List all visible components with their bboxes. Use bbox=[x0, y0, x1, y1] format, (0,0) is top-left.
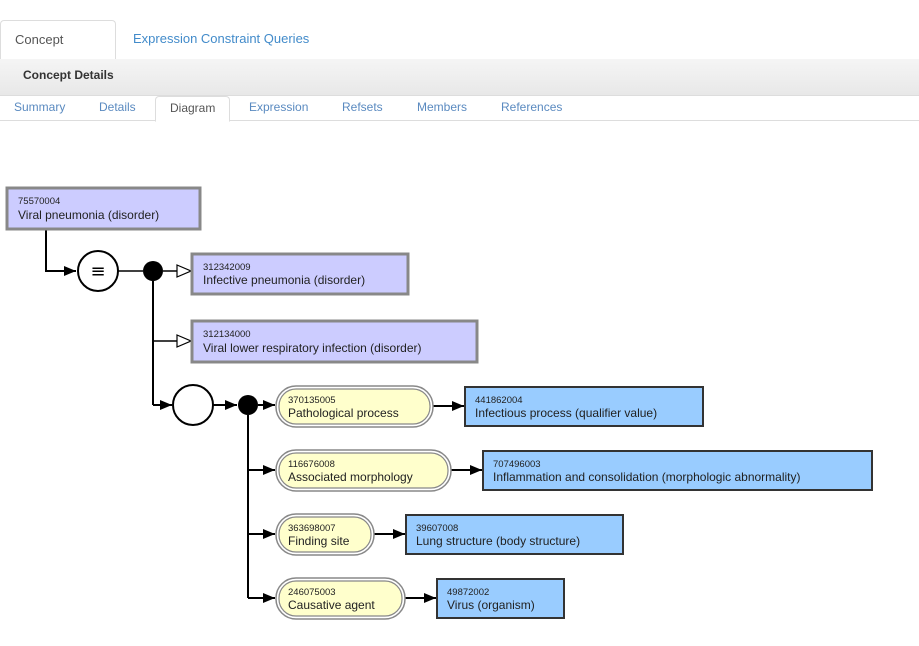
group-conjunction-node bbox=[238, 395, 258, 415]
parent-concept-id: 312342009 bbox=[203, 262, 251, 273]
equivalence-node: ≡ bbox=[77, 250, 119, 292]
focus-concept-id: 75570004 bbox=[18, 196, 60, 207]
value-concept-term: Lung structure (body structure) bbox=[416, 534, 580, 548]
attribute-term: Finding site bbox=[288, 534, 350, 548]
value-concept-box[interactable]: 441862004 Infectious process (qualifier … bbox=[464, 386, 704, 427]
parent-concept-box[interactable]: 312342009 Infective pneumonia (disorder) bbox=[190, 252, 410, 296]
attribute-box[interactable]: 370135005 Pathological process bbox=[275, 385, 434, 428]
equivalence-icon: ≡ bbox=[90, 261, 105, 282]
value-concept-id: 49872002 bbox=[447, 587, 489, 598]
focus-concept-term: Viral pneumonia (disorder) bbox=[18, 208, 159, 222]
value-concept-id: 441862004 bbox=[475, 395, 523, 406]
attribute-term: Pathological process bbox=[288, 406, 399, 420]
attribute-id: 246075003 bbox=[288, 587, 336, 598]
parent-concept-term: Infective pneumonia (disorder) bbox=[203, 273, 365, 287]
conjunction-node bbox=[143, 261, 163, 281]
attribute-term: Causative agent bbox=[288, 598, 375, 612]
attribute-id: 370135005 bbox=[288, 395, 336, 406]
attribute-box[interactable]: 246075003 Causative agent bbox=[275, 577, 406, 620]
attribute-box[interactable]: 116676008 Associated morphology bbox=[275, 449, 452, 492]
connector-focus-to-defined bbox=[45, 230, 76, 276]
parent-concept-id: 312134000 bbox=[203, 329, 251, 340]
focus-concept-box[interactable]: 75570004 Viral pneumonia (disorder) bbox=[5, 186, 202, 231]
value-concept-term: Inflammation and consolidation (morpholo… bbox=[493, 470, 801, 484]
value-concept-box[interactable]: 39607008 Lung structure (body structure) bbox=[405, 514, 624, 555]
attribute-group-node bbox=[172, 384, 214, 426]
parent-concept-term: Viral lower respiratory infection (disor… bbox=[203, 341, 422, 355]
attribute-box[interactable]: 363698007 Finding site bbox=[275, 513, 375, 556]
value-concept-box[interactable]: 707496003 Inflammation and consolidation… bbox=[482, 450, 873, 491]
value-concept-term: Virus (organism) bbox=[447, 598, 535, 612]
attribute-id: 363698007 bbox=[288, 523, 336, 534]
parent-concept-box[interactable]: 312134000 Viral lower respiratory infect… bbox=[190, 319, 479, 364]
attribute-term: Associated morphology bbox=[288, 470, 413, 484]
concept-diagram: ≡ 75570004 Viral pneumonia (disorder) 31… bbox=[5, 186, 873, 620]
value-concept-term: Infectious process (qualifier value) bbox=[475, 406, 657, 420]
attribute-id: 116676008 bbox=[288, 459, 335, 470]
value-concept-box[interactable]: 49872002 Virus (organism) bbox=[436, 578, 565, 619]
value-concept-id: 39607008 bbox=[416, 523, 458, 534]
value-concept-id: 707496003 bbox=[493, 459, 541, 470]
